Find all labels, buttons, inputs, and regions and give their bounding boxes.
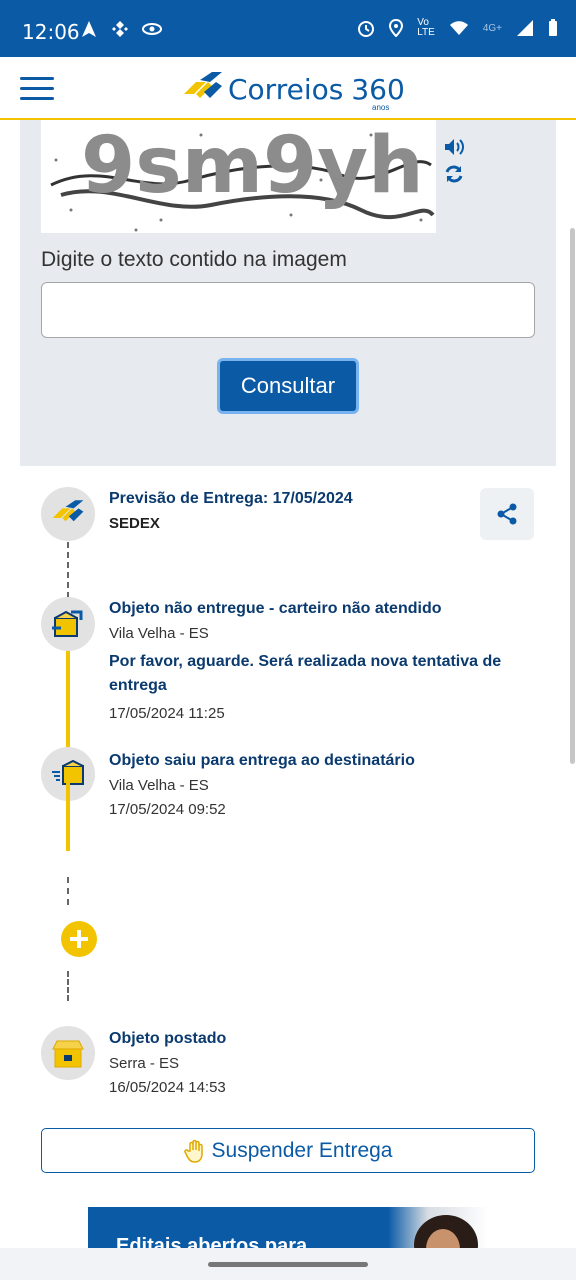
- correios-logo[interactable]: Correios 360 anos: [182, 69, 405, 112]
- scrollbar[interactable]: [570, 228, 575, 764]
- event-location: Serra - ES: [109, 1055, 180, 1072]
- refresh-icon: [445, 165, 463, 183]
- event-title: Objeto saiu para entrega ao destinatário: [109, 752, 415, 769]
- refresh-captcha-button[interactable]: [444, 164, 468, 190]
- event-datetime: 16/05/2024 14:53: [109, 1079, 226, 1096]
- alarm-icon: [358, 21, 375, 37]
- timeline-connector: [66, 781, 70, 851]
- captcha-label: Digite o texto contido na imagem: [41, 248, 347, 271]
- suspend-label: Suspender Entrega: [211, 1138, 393, 1162]
- status-right-icons: Vo LTE 4G+: [357, 18, 558, 38]
- binance-icon: [112, 21, 129, 37]
- timeline-connector: [67, 542, 69, 598]
- event-datetime: 17/05/2024 09:52: [109, 801, 226, 818]
- app-header: Correios 360 anos: [0, 57, 576, 120]
- status-bar: 12:06 Vo LTE 4G+: [0, 0, 576, 57]
- correios-logo-icon: [52, 500, 84, 522]
- captcha-image: 9sm9yh: [41, 120, 436, 233]
- banner-photo: [388, 1207, 488, 1250]
- forecast-title: Previsão de Entrega: 17/05/2024: [109, 490, 353, 507]
- event-icon-circle: [41, 597, 95, 651]
- hamburger-icon: [20, 77, 54, 80]
- captcha-panel: 9sm9yh Digite o texto contido na imagem …: [20, 120, 556, 466]
- brand-name: Correios: [228, 72, 344, 106]
- correios-logo-icon: [184, 72, 222, 98]
- speaker-icon: [445, 139, 464, 155]
- expand-events-button[interactable]: [61, 921, 97, 957]
- suspend-delivery-button[interactable]: Suspender Entrega: [41, 1128, 535, 1173]
- wifi-icon: [449, 21, 468, 35]
- event-location: Vila Velha - ES: [109, 777, 209, 794]
- network-type: 4G+: [482, 22, 502, 34]
- navigation-icon: [82, 21, 96, 37]
- status-time: 12:06: [22, 20, 80, 44]
- location-icon: [389, 19, 404, 37]
- status-left-icons: [80, 20, 163, 43]
- timeline-connector: [67, 877, 69, 905]
- package-return-icon: [52, 610, 83, 637]
- event-title: Objeto postado: [109, 1030, 227, 1047]
- event-icon-circle: [41, 1026, 95, 1080]
- captcha-text: 9sm9yh: [81, 121, 424, 211]
- battery-icon: [549, 19, 557, 36]
- forecast-icon-circle: [41, 487, 95, 541]
- forecast-service: SEDEX: [109, 515, 160, 532]
- volte-icon: Vo LTE: [417, 17, 435, 38]
- event-item: Objeto saiu para entrega ao destinatário…: [109, 752, 529, 818]
- anniversary-sub: anos: [372, 103, 390, 112]
- signal-icon: [517, 20, 533, 36]
- anniversary-number: 360: [351, 72, 405, 106]
- event-location: Vila Velha - ES: [109, 625, 209, 642]
- home-gesture-handle[interactable]: [208, 1262, 368, 1267]
- share-icon: [497, 503, 517, 525]
- hand-icon: [183, 1139, 203, 1163]
- share-button[interactable]: [480, 488, 534, 540]
- system-nav-bar: [0, 1248, 576, 1280]
- forecast-block: Previsão de Entrega: 17/05/2024 SEDEX: [109, 490, 529, 532]
- event-note: Por favor, aguarde. Será realizada nova …: [109, 653, 502, 694]
- consultar-button[interactable]: Consultar: [217, 358, 359, 414]
- visibility-icon: [142, 23, 163, 35]
- menu-button[interactable]: [20, 77, 54, 101]
- promo-banner[interactable]: Editais abertos para: [88, 1207, 488, 1250]
- audio-button[interactable]: [444, 138, 468, 164]
- captcha-input[interactable]: [41, 282, 535, 338]
- event-datetime: 17/05/2024 11:25: [109, 705, 225, 722]
- event-item: Objeto postado Serra - ES 16/05/2024 14:…: [109, 1030, 529, 1096]
- post-office-icon: [52, 1040, 84, 1068]
- event-title: Objeto não entregue - carteiro não atend…: [109, 600, 442, 617]
- timeline-connector: [67, 971, 69, 1001]
- event-item: Objeto não entregue - carteiro não atend…: [109, 600, 529, 722]
- tracking-timeline: Previsão de Entrega: 17/05/2024 SEDEX Ob…: [0, 466, 576, 1226]
- captcha-controls: [444, 138, 468, 190]
